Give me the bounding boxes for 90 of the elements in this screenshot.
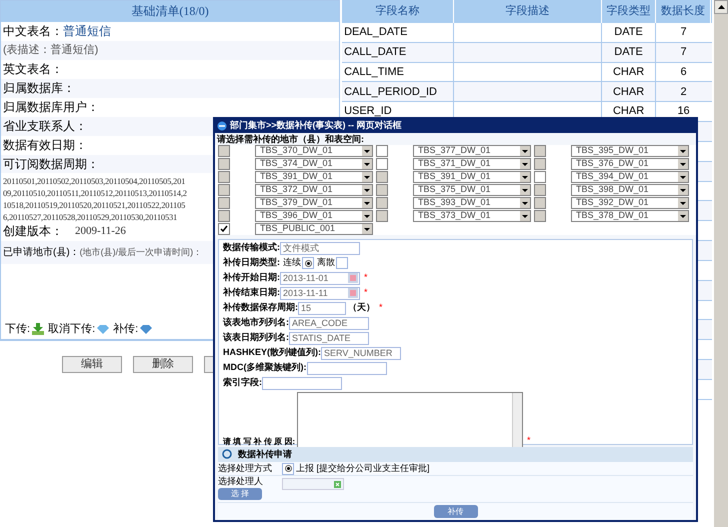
circle-icon xyxy=(222,449,232,460)
table-cell-text: 7 xyxy=(680,44,688,60)
input-field[interactable]: 2013-11-11 xyxy=(280,286,360,300)
table-cell: CALL_PERIOD_ID xyxy=(342,82,454,102)
table-cell: CHAR xyxy=(602,62,656,82)
handler-field[interactable] xyxy=(282,478,344,490)
radio-button[interactable] xyxy=(336,257,348,269)
form-label: HASHKEY(散列键值列): xyxy=(223,346,321,360)
description-text: (表描述：普通短信) xyxy=(3,42,98,58)
scroll-up-icon xyxy=(718,5,725,9)
field-label: 可订阅数据周期： xyxy=(3,156,99,173)
required-mark: * xyxy=(527,434,531,447)
input-field[interactable] xyxy=(262,376,342,390)
table-cell-text: 16 xyxy=(676,104,691,120)
radio-label: 连续 xyxy=(283,256,301,270)
form-label: 数据传输模式: xyxy=(223,241,280,254)
table-cell: CALL_TIME xyxy=(342,62,454,82)
table-cell-text: 7 xyxy=(680,24,688,40)
gem-icon xyxy=(140,324,152,334)
form-label: 补传数据保存周期: xyxy=(223,301,298,314)
period-text-line: 20110501,20110502,20110503,20110504,20110505,201 xyxy=(3,175,186,188)
input-field[interactable]: STATIS_DATE xyxy=(289,332,369,344)
table-cell: DATE xyxy=(602,42,656,62)
dialog-title: 部门集市>>数据补传(事实表) -- 网页对话框 xyxy=(230,119,402,132)
radio-label: 离散 xyxy=(317,256,335,270)
unit-label: （天） xyxy=(348,301,375,314)
period-text-line: 09,20110510,20110511,20110512,20110513,20110514,2 xyxy=(3,187,187,200)
prompt-text: 请选择需补传的地市（县）和表空间: xyxy=(216,132,365,144)
clear-icon xyxy=(334,480,341,488)
table-cell-text: 6 xyxy=(680,64,688,80)
input-field[interactable]: 15 xyxy=(298,302,346,314)
table-cell: DEAL_DATE xyxy=(342,22,454,42)
legend-label: 补传: xyxy=(113,322,138,337)
field-value: 普通短信 xyxy=(63,23,111,40)
checkbox[interactable] xyxy=(376,158,388,170)
field-label: 省业支联系人： xyxy=(3,118,87,136)
form-label: 选择处理人 xyxy=(218,476,264,487)
form-label: 补传结束日期: xyxy=(223,286,280,300)
input-field[interactable]: 文件模式 xyxy=(280,242,360,254)
form-label: 该表日期列列名: xyxy=(223,331,289,344)
action-button[interactable]: 编辑 xyxy=(62,356,122,373)
table-cell: CALL_DATE xyxy=(342,42,454,62)
checkbox[interactable] xyxy=(218,222,230,234)
checkbox[interactable] xyxy=(534,170,546,182)
form-label: 请 填 写 补 传 原 因: xyxy=(223,436,295,448)
table-cell: DATE xyxy=(602,22,656,42)
radio-button[interactable] xyxy=(302,257,314,269)
tablespace-select[interactable]: TBS_PUBLIC_001 xyxy=(255,222,373,234)
action-button[interactable]: 删除 xyxy=(133,356,193,373)
download-icon xyxy=(32,323,44,336)
form-label: 选择处理方式 xyxy=(218,462,273,475)
field-value: 2009-11-26 xyxy=(75,224,126,240)
field-label: 英文表名： xyxy=(3,61,63,78)
form-label: 该表地市列列名: xyxy=(223,316,289,330)
gem-icon xyxy=(97,324,110,334)
field-label: 已申请地市(县)： xyxy=(3,246,80,260)
period-text-line: 10518,20110519,20110520,20110521,20110522,201105 xyxy=(3,199,186,212)
form-label: 补传日期类型: xyxy=(223,256,280,270)
field-label: 中文表名： xyxy=(3,23,63,40)
panel-title: 基础清单(18/0) xyxy=(1,1,340,22)
form-label: 补传开始日期: xyxy=(223,271,280,284)
tablespace-select[interactable]: TBS_394_DW_01 xyxy=(571,170,689,182)
period-text-line: 6,20110527,20110528,20110529,20110530,20110531 xyxy=(3,211,178,224)
input-field[interactable]: AREA_CODE xyxy=(289,316,369,330)
section-title: 数据补传申请 xyxy=(238,448,292,460)
input-field[interactable] xyxy=(306,362,386,374)
required-mark: * xyxy=(364,271,368,284)
field-label: 创建版本： xyxy=(3,223,63,240)
field-label: 归属数据库用户： xyxy=(3,99,99,116)
reason-textarea[interactable] xyxy=(297,392,523,448)
input-field[interactable]: 2013-11-01 xyxy=(280,272,360,284)
radio-label: 上报 [提交给分公司业支主任审批] xyxy=(296,462,430,475)
field-label: 归属数据库： xyxy=(3,80,75,98)
form-label: 索引字段: xyxy=(223,376,262,390)
table-cell-text: 2 xyxy=(680,84,688,100)
legend-label: 取消下传: xyxy=(48,322,96,337)
tablespace-select[interactable]: TBS_371_DW_01 xyxy=(413,158,531,170)
form-label: MDC(多维聚族键列): xyxy=(223,361,306,374)
legend-label: 下传: xyxy=(5,322,30,337)
checkmark-icon xyxy=(220,224,228,232)
scrollbar[interactable] xyxy=(714,0,728,527)
checkbox[interactable] xyxy=(376,144,388,156)
input-field[interactable]: SERV_NUMBER xyxy=(321,346,401,360)
field-value: (地市(县)/最后一次申请时间)： xyxy=(80,246,202,260)
field-label: 数据有效日期： xyxy=(3,137,87,154)
radio-button[interactable] xyxy=(282,462,294,474)
required-mark: * xyxy=(379,301,383,314)
table-cell: CHAR xyxy=(602,82,656,102)
required-mark: * xyxy=(364,286,368,300)
tablespace-select[interactable]: TBS_377_DW_01 xyxy=(413,144,531,156)
